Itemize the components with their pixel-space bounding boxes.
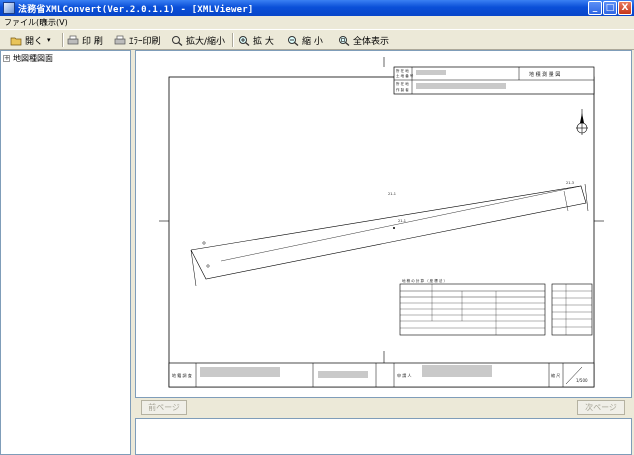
document-tree[interactable]: + 地図種図面 [0,50,131,455]
next-page-button[interactable]: 次ページ [577,400,625,415]
close-button[interactable]: X [618,1,632,15]
error-print-icon [114,35,126,46]
north-arrow-icon [576,109,588,135]
zoom-in-label: 拡 大 [253,36,274,47]
zoom-toggle-button[interactable]: 拡大/縮小 [171,33,225,47]
zoom-toggle-icon [171,35,183,46]
window-title: 法務省XMLConvert(Ver.2.0.1.1) - [XMLViewer] [18,5,254,15]
toolbar-separator [232,33,234,47]
print-label: 印 刷 [82,36,103,47]
print-button[interactable]: 印 刷 [67,33,103,47]
menu-view[interactable]: 表示(V) [40,17,68,28]
table-title: 地 積 の 計 算 （ 座 標 法 ） [402,279,448,283]
parcel-label: 21-3 [566,181,574,185]
page-nav-bar: 前ページ 次ページ [135,398,632,418]
menu-bar: ファイル(F) 表示(V) [0,16,634,29]
open-button[interactable]: 開く ▾ [10,33,51,47]
toolbar: 開く ▾ 印 刷 ｴﾗｰ印刷 拡大/縮小 拡 大 縮 小 全体表示 [0,29,634,50]
redacted-text [200,367,280,377]
footer-label: 地 籍 調 査 [172,373,192,378]
header-label: 所 在 地 [396,82,409,86]
zoom-toggle-label: 拡大/縮小 [186,36,226,47]
header-label: 作 製 者 [396,88,409,92]
minimize-button[interactable]: _ [588,1,602,15]
zoom-out-label: 縮 小 [302,36,323,47]
tree-item-label: 地図種図面 [13,54,53,63]
footer-label: 申 請 人 [397,373,412,378]
redacted-text [416,83,506,89]
zoom-in-icon [238,35,250,46]
print-icon [67,35,79,46]
survey-drawing [159,57,604,388]
message-pane[interactable] [135,418,632,455]
tree-item-root[interactable]: + 地図種図面 [3,53,53,64]
zoom-out-icon [287,35,299,46]
title-bar: 法務省XMLConvert(Ver.2.0.1.1) - [XMLViewer]… [0,0,634,16]
toolbar-separator [62,33,64,47]
open-icon [10,35,22,46]
redacted-text [422,365,492,377]
error-print-button[interactable]: ｴﾗｰ印刷 [114,33,161,47]
fit-all-label: 全体表示 [353,36,390,47]
parcel-label: 21-1 [398,219,406,223]
redacted-text [416,70,446,75]
footer-label: 縮 尺 [551,373,561,378]
zoom-in-button[interactable]: 拡 大 [238,33,274,47]
document-viewer[interactable]: 所 在 地 土 地 番 号 所 在 地 作 製 者 地 積 測 量 図 21-1… [135,50,632,398]
expand-icon[interactable]: + [3,55,10,62]
open-label: 開く [25,36,44,47]
prev-page-button[interactable]: 前ページ [141,400,187,415]
chevron-down-icon[interactable]: ▾ [47,36,51,44]
app-icon [3,2,15,14]
redacted-text [318,371,368,378]
maximize-button[interactable]: □ [603,1,617,15]
drawing-title: 地 積 測 量 図 [529,72,561,78]
parcel-label: 21-1 [388,192,396,196]
fit-all-icon [338,35,350,46]
scale-value: 1/500 [576,378,588,383]
error-print-label: ｴﾗｰ印刷 [129,36,161,47]
header-label: 土 地 番 号 [396,74,414,78]
fit-all-button[interactable]: 全体表示 [338,33,389,47]
zoom-out-button[interactable]: 縮 小 [287,33,323,47]
